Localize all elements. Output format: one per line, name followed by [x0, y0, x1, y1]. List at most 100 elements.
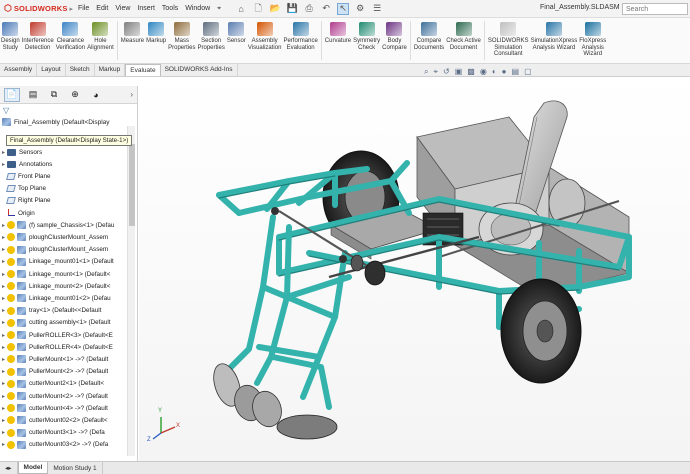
- tree-item[interactable]: Front Plane: [0, 170, 51, 182]
- expand-arrow-icon[interactable]: ▸: [0, 319, 7, 326]
- section-view-icon[interactable]: ▣: [455, 67, 463, 77]
- tree-item[interactable]: ▸ PullerROLLER<4> (Default<E: [0, 341, 113, 353]
- ribbon-button-18[interactable]: FloXpress Analysis Wizard: [578, 18, 607, 63]
- expand-arrow-icon[interactable]: ▸: [0, 246, 7, 253]
- expand-arrow-icon[interactable]: ▸: [0, 429, 7, 436]
- hide-show-icon[interactable]: ◐: [492, 67, 497, 77]
- tree-item[interactable]: ▸ cutterMount<2> ->? (Default: [0, 390, 108, 402]
- expand-arrow-icon[interactable]: ▸: [0, 393, 7, 400]
- expand-arrow-icon[interactable]: ▸: [0, 380, 7, 387]
- tab-solidworks-add-ins[interactable]: SOLIDWORKS Add-Ins: [161, 64, 238, 76]
- tree-item[interactable]: ▸ cutterMount2<1> (Default<: [0, 378, 104, 390]
- tree-root[interactable]: Final_Assembly (Default<Display: [0, 116, 137, 128]
- tree-item[interactable]: ▸ Annotations: [0, 158, 52, 170]
- ribbon-button-2[interactable]: Clearance Verification: [55, 18, 86, 63]
- filter-icon[interactable]: ▽: [0, 104, 137, 116]
- scene-icon[interactable]: ▤: [512, 67, 520, 77]
- expand-arrow-icon[interactable]: ▸: [0, 417, 7, 424]
- tab-motion-study[interactable]: Motion Study 1: [48, 462, 103, 474]
- tree-scrollbar[interactable]: [127, 126, 135, 456]
- open-folder-icon[interactable]: 📂: [269, 3, 281, 15]
- scroll-left-icon[interactable]: ◂▸: [0, 462, 18, 474]
- options-icon[interactable]: ☰: [371, 3, 383, 15]
- expand-arrow-icon[interactable]: ▸: [0, 149, 7, 156]
- ribbon-button-1[interactable]: Interference Detection: [21, 18, 55, 63]
- expand-arrow-icon[interactable]: ▸: [0, 307, 7, 314]
- tree-item[interactable]: ▸ Linkage_mount<1> (Default<: [0, 268, 110, 280]
- tree-item[interactable]: ▸ PullerROLLER<3> (Default<E: [0, 329, 113, 341]
- undo-icon[interactable]: ↶: [320, 3, 332, 15]
- ribbon-button-0[interactable]: Design Study: [0, 18, 21, 63]
- tree-item[interactable]: ▸ cutterMount03<2> ->? (Defa: [0, 439, 108, 451]
- ribbon-button-13[interactable]: Body Compare: [381, 18, 408, 63]
- tab-sketch[interactable]: Sketch: [66, 64, 95, 76]
- expand-arrow-icon[interactable]: ▸: [0, 441, 7, 448]
- ribbon-button-3[interactable]: Hole Alignment: [86, 18, 115, 63]
- expand-arrow-icon[interactable]: ▸: [0, 344, 7, 351]
- ribbon-button-17[interactable]: SimulationXpress Analysis Wizard: [530, 18, 579, 63]
- new-document-icon[interactable]: 🗋: [252, 3, 264, 15]
- previous-view-icon[interactable]: ↺: [443, 67, 450, 77]
- view-orientation-icon[interactable]: ▩: [467, 67, 475, 77]
- logo-menu-arrow-icon[interactable]: ▸: [70, 5, 74, 13]
- ribbon-button-15[interactable]: Check Active Document: [445, 18, 482, 63]
- zoom-area-icon[interactable]: ⌖: [433, 67, 438, 77]
- expand-arrow-icon[interactable]: ▸: [0, 356, 7, 363]
- expand-arrow-icon[interactable]: ▸: [0, 368, 7, 375]
- tree-item[interactable]: ▸ (f) sample_Chassis<1> (Defau: [0, 219, 114, 231]
- expand-arrow-icon[interactable]: ▸: [0, 332, 7, 339]
- configuration-manager-tab-icon[interactable]: ⧉: [46, 88, 62, 102]
- print-icon[interactable]: ⎙: [303, 3, 315, 15]
- expand-arrow-icon[interactable]: ▸: [0, 271, 7, 278]
- display-manager-tab-icon[interactable]: ◕: [88, 88, 104, 102]
- save-icon[interactable]: 💾: [286, 3, 298, 15]
- tab-assembly[interactable]: Assembly: [0, 64, 38, 76]
- ribbon-button-12[interactable]: Symmetry Check: [352, 18, 381, 63]
- ribbon-button-11[interactable]: Curvature: [324, 18, 352, 63]
- more-tabs-chevron-icon[interactable]: ›: [130, 90, 133, 99]
- ribbon-button-8[interactable]: Sensor: [226, 18, 247, 63]
- tree-item[interactable]: ▸ Linkage_mount<2> (Default<: [0, 280, 110, 292]
- expand-arrow-icon[interactable]: ▸: [0, 283, 7, 290]
- display-style-icon[interactable]: ◉: [480, 67, 487, 77]
- ribbon-button-14[interactable]: Compare Documents: [413, 18, 445, 63]
- ribbon-button-4[interactable]: Measure: [120, 18, 145, 63]
- tree-item[interactable]: Top Plane: [0, 183, 46, 195]
- property-manager-tab-icon[interactable]: ▤: [25, 88, 41, 102]
- menu-edit[interactable]: Edit: [96, 5, 108, 13]
- tree-item[interactable]: Origin: [0, 207, 35, 219]
- appearance-icon[interactable]: ●: [502, 67, 507, 77]
- ribbon-button-5[interactable]: Markup: [145, 18, 167, 63]
- ribbon-button-16[interactable]: SOLIDWORKS Simulation Consultant: [487, 18, 530, 63]
- view-settings-icon[interactable]: ▢: [524, 67, 532, 77]
- tab-markup[interactable]: Markup: [95, 64, 126, 76]
- dimxpert-tab-icon[interactable]: ⊕: [67, 88, 83, 102]
- expand-arrow-icon[interactable]: ▸: [0, 222, 7, 229]
- graphics-area[interactable]: Y X Z: [139, 77, 690, 461]
- tab-layout[interactable]: Layout: [37, 64, 66, 76]
- expand-arrow-icon[interactable]: ▸: [0, 405, 7, 412]
- ribbon-button-10[interactable]: Performance Evaluation: [282, 18, 318, 63]
- ribbon-button-6[interactable]: Mass Properties: [167, 18, 196, 63]
- tab-evaluate[interactable]: Evaluate: [125, 64, 161, 76]
- scrollbar-thumb[interactable]: [129, 144, 135, 226]
- tree-item[interactable]: Right Plane: [0, 195, 51, 207]
- menu-file[interactable]: File: [78, 5, 89, 13]
- app-logo[interactable]: ⬡ SOLIDWORKS ▸: [4, 3, 73, 14]
- tree-item[interactable]: ▸ cutterMount02<2> (Default<: [0, 414, 108, 426]
- tree-item[interactable]: ▸ cutterMount<4> ->? (Default: [0, 402, 108, 414]
- tree-item[interactable]: ▸ Linkage_mount01<2> (Defau: [0, 292, 111, 304]
- select-pointer-icon[interactable]: ↖: [337, 2, 350, 15]
- zoom-to-fit-icon[interactable]: ⌕: [424, 67, 428, 77]
- tree-item[interactable]: ▸ ploughClusterMount_Assem: [0, 231, 108, 243]
- menu-tools[interactable]: Tools: [162, 5, 178, 13]
- rebuild-icon[interactable]: ⚙: [354, 3, 366, 15]
- assembly-model-render[interactable]: [139, 77, 690, 461]
- ribbon-button-9[interactable]: Assembly Visualization: [247, 18, 283, 63]
- tree-item[interactable]: ▸ cutterMount3<1> ->? (Defa: [0, 427, 105, 439]
- expand-arrow-icon[interactable]: ▸: [0, 258, 7, 265]
- home-icon[interactable]: ⌂: [235, 3, 247, 15]
- menu-insert[interactable]: Insert: [137, 5, 155, 13]
- expand-arrow-icon[interactable]: ▸: [0, 234, 7, 241]
- expand-arrow-icon[interactable]: ▸: [0, 161, 7, 168]
